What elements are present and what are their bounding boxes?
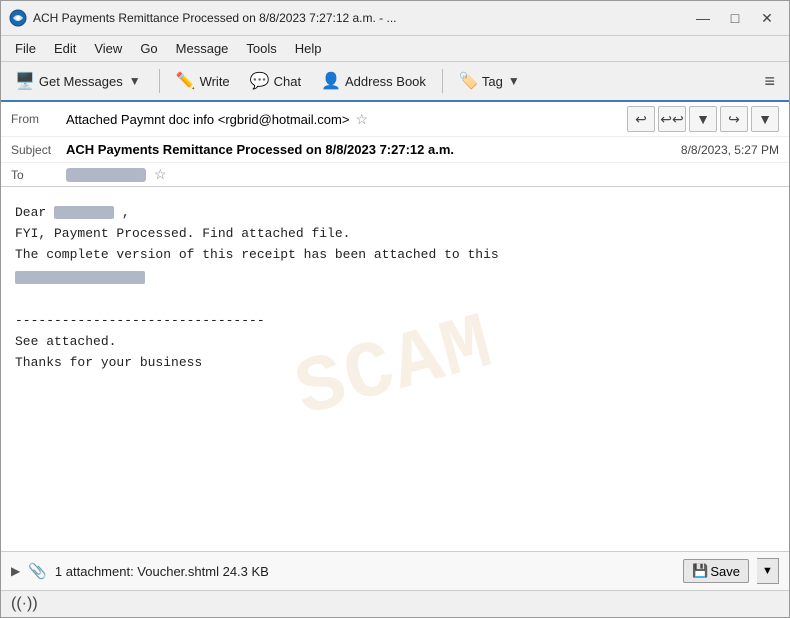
body-line4: See attached. [15,332,775,353]
attachment-paperclip-icon: 📎 [28,562,47,580]
tag-dropdown[interactable]: ▼ [506,70,522,92]
save-icon: 💾 [692,563,708,579]
body-line5: Thanks for your business [15,353,775,374]
chat-icon: 💬 [250,71,270,91]
recipient-redacted [54,206,114,219]
toolbar-divider-1 [159,69,160,93]
body-line3: The complete version of this receipt has… [15,245,775,266]
from-address: Attached Paymnt doc info <rgbrid@hotmail… [66,112,349,127]
chat-button[interactable]: 💬 Chat [242,67,309,95]
status-bar: ((·)) [1,590,789,617]
address-book-icon: 👤 [321,71,341,91]
app-icon [9,9,27,27]
window-controls: — □ ✕ [689,7,781,29]
redacted-block [15,271,145,284]
hamburger-menu-button[interactable]: ≡ [756,67,783,96]
title-bar-left: ACH Payments Remittance Processed on 8/8… [9,9,397,27]
from-row: From Attached Paymnt doc info <rgbrid@ho… [1,102,789,137]
save-label: Save [710,564,740,579]
forward-dropdown-button[interactable]: ▼ [751,106,779,132]
save-dropdown-button[interactable]: ▼ [757,558,779,584]
tag-button[interactable]: 🏷️ Tag ▼ [451,66,530,96]
write-icon: ✏️ [176,71,196,91]
attachment-chevron-icon[interactable]: ▶ [11,564,20,578]
get-messages-icon: 🖥️ [15,71,35,91]
subject-label: Subject [11,143,66,157]
subject-date: 8/8/2023, 5:27 PM [681,143,779,157]
address-book-button[interactable]: 👤 Address Book [313,67,434,95]
close-button[interactable]: ✕ [753,7,781,29]
from-label: From [11,112,66,126]
connection-status-icon: ((·)) [11,595,38,613]
attachment-bar: ▶ 📎 1 attachment: Voucher.shtml 24.3 KB … [1,551,789,590]
save-button[interactable]: 💾 Save [683,559,749,583]
title-bar: ACH Payments Remittance Processed on 8/8… [1,1,789,36]
body-greeting: Dear , [15,203,775,224]
email-actions: ↩ ↩↩ ▼ ↪ ▼ [627,106,779,132]
to-label: To [11,168,66,182]
attachment-info: 1 attachment: Voucher.shtml 24.3 KB [55,564,675,579]
menu-view[interactable]: View [86,38,130,59]
menu-file[interactable]: File [7,38,44,59]
body-separator: -------------------------------- [15,311,775,332]
get-messages-dropdown[interactable]: ▼ [127,70,143,92]
address-book-label: Address Book [345,74,426,89]
subject-value: ACH Payments Remittance Processed on 8/8… [66,142,671,157]
email-body: SCAM Dear , FYI, Payment Processed. Find… [1,187,789,551]
subject-row: Subject ACH Payments Remittance Processe… [1,137,789,163]
chat-label: Chat [274,74,301,89]
forward-button[interactable]: ↪ [720,106,748,132]
write-button[interactable]: ✏️ Write [168,67,238,95]
tag-label: Tag [482,74,503,89]
menu-edit[interactable]: Edit [46,38,84,59]
toolbar-divider-2 [442,69,443,93]
reply-button[interactable]: ↩ [627,106,655,132]
reply-dropdown-button[interactable]: ▼ [689,106,717,132]
write-label: Write [200,74,230,89]
from-value: Attached Paymnt doc info <rgbrid@hotmail… [66,111,627,128]
to-row: To ☆ [1,163,789,186]
body-line2: FYI, Payment Processed. Find attached fi… [15,224,775,245]
email-window: ACH Payments Remittance Processed on 8/8… [0,0,790,618]
toolbar: 🖥️ Get Messages ▼ ✏️ Write 💬 Chat 👤 Addr… [1,62,789,102]
attachment-count-text: 1 attachment: Voucher.shtml [55,564,219,579]
get-messages-button[interactable]: 🖥️ Get Messages ▼ [7,66,151,96]
maximize-button[interactable]: □ [721,7,749,29]
to-star-icon[interactable]: ☆ [154,166,167,183]
window-title: ACH Payments Remittance Processed on 8/8… [33,11,397,25]
reply-all-button[interactable]: ↩↩ [658,106,686,132]
tag-icon: 🏷️ [459,71,479,91]
minimize-button[interactable]: — [689,7,717,29]
menu-tools[interactable]: Tools [238,38,284,59]
from-star-icon[interactable]: ☆ [355,111,368,128]
email-header: From Attached Paymnt doc info <rgbrid@ho… [1,102,789,187]
menu-bar: File Edit View Go Message Tools Help [1,36,789,62]
menu-go[interactable]: Go [132,38,165,59]
menu-message[interactable]: Message [168,38,237,59]
get-messages-label: Get Messages [39,74,123,89]
to-redacted [66,168,146,182]
menu-help[interactable]: Help [287,38,330,59]
attachment-size: 24.3 KB [223,564,269,579]
